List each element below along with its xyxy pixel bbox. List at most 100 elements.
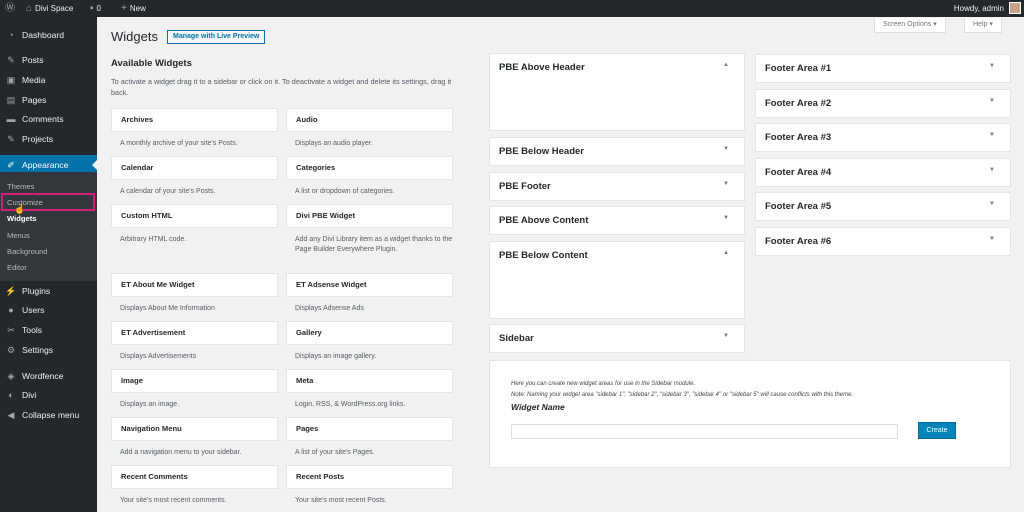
menu-item-posts[interactable]: ✎ Posts (0, 50, 97, 70)
menu-item-users[interactable]: ● Users (0, 300, 97, 320)
comment-icon: ▬ (6, 114, 16, 124)
chevron-down-icon[interactable]: ▼ (723, 333, 729, 339)
howdy-link[interactable]: Howdy, admin (954, 0, 1004, 17)
menu-item-dashboard[interactable]: ◔ Dashboard (0, 25, 97, 45)
widget-description: Your site's most recent Posts. (295, 497, 387, 504)
comments-link[interactable]: ▪ 0 (90, 0, 101, 17)
widget-name-label: Widget Name (511, 402, 565, 412)
widget-recent-posts[interactable]: Recent Posts (286, 465, 453, 489)
site-name-link[interactable]: ⌂ Divi Space (26, 0, 73, 17)
home-icon: ⌂ (26, 3, 33, 14)
widget-description: A list or dropdown of categories. (295, 188, 395, 195)
sidebar-area-footer-area-5[interactable]: Footer Area #5 ▼ (755, 192, 1011, 222)
sidebar-title: PBE Below Header (499, 146, 584, 157)
pointer-cursor-icon: ☝ (14, 204, 26, 214)
submenu-menus[interactable]: Menus (7, 229, 30, 243)
widget-description: Your site's most recent comments. (120, 497, 227, 504)
widget-et-about-me-widget[interactable]: ET About Me Widget (111, 273, 278, 297)
chevron-down-icon[interactable]: ▼ (989, 63, 995, 69)
chevron-down-icon[interactable]: ▼ (989, 167, 995, 173)
widget-recent-comments[interactable]: Recent Comments (111, 465, 278, 489)
widget-pages[interactable]: Pages (286, 417, 453, 441)
sidebar-area-sidebar[interactable]: Sidebar ▼ (489, 324, 745, 353)
help-button[interactable]: Help ▾ (964, 18, 1002, 33)
submenu-editor[interactable]: Editor (7, 261, 27, 275)
chevron-down-icon[interactable]: ▼ (723, 215, 729, 221)
chevron-up-icon[interactable]: ▲ (723, 62, 729, 68)
widget-archives[interactable]: Archives (111, 108, 278, 132)
pin-icon: ✎ (7, 133, 15, 144)
chevron-down-icon[interactable]: ▼ (723, 146, 729, 152)
chevron-up-icon[interactable]: ▲ (723, 250, 729, 256)
chevron-down-icon[interactable]: ▼ (989, 201, 995, 207)
sidebar-title: Sidebar (499, 333, 534, 344)
chevron-down-icon[interactable]: ▼ (723, 181, 729, 187)
pages-icon: ▤ (6, 94, 16, 105)
menu-label: Divi (22, 390, 37, 400)
widget-et-advertisement[interactable]: ET Advertisement (111, 321, 278, 345)
site-name: Divi Space (35, 4, 74, 13)
page-title: Widgets (111, 29, 158, 44)
widget-custom-html[interactable]: Custom HTML (111, 204, 278, 228)
widget-description: Login, RSS, & WordPress.org links. (295, 401, 406, 408)
users-icon: ● (8, 305, 14, 315)
widget-audio[interactable]: Audio (286, 108, 453, 132)
sidebar-area-footer-area-6[interactable]: Footer Area #6 ▼ (755, 227, 1011, 256)
menu-label: Collapse menu (22, 410, 80, 420)
widget-meta[interactable]: Meta (286, 369, 453, 393)
submenu-background[interactable]: Background (7, 245, 48, 259)
avatar[interactable] (1009, 2, 1021, 14)
widget-calendar[interactable]: Calendar (111, 156, 278, 180)
sidebar-area-footer-area-3[interactable]: Footer Area #3 ▼ (755, 123, 1011, 153)
sidebar-area-footer-area-2[interactable]: Footer Area #2 ▼ (755, 88, 1011, 118)
sidebar-title: Footer Area #5 (765, 201, 832, 213)
sidebar-title: Footer Area #2 (765, 97, 832, 109)
widget-categories[interactable]: Categories (286, 156, 453, 180)
manage-live-preview-button[interactable]: Manage with Live Preview (167, 30, 266, 44)
widget-navigation-menu[interactable]: Navigation Menu (111, 417, 278, 441)
sidebar-title: PBE Above Header (499, 62, 585, 73)
menu-item-projects[interactable]: ✎ Projects (0, 129, 97, 149)
sidebar-area-pbe-below-header[interactable]: PBE Below Header ▼ (489, 137, 745, 166)
menu-label: Appearance (22, 160, 69, 170)
chevron-down-icon[interactable]: ▼ (989, 98, 995, 104)
widget-name-input[interactable] (511, 424, 898, 439)
widget-description: Displays an audio player. (295, 140, 373, 147)
sidebar-title: Footer Area #6 (765, 236, 832, 247)
chevron-down-icon[interactable]: ▼ (989, 236, 995, 242)
widget-et-adsense-widget[interactable]: ET Adsense Widget (286, 273, 453, 297)
widget-gallery[interactable]: Gallery (286, 321, 453, 345)
new-label: New (129, 4, 146, 13)
widget-image[interactable]: Image (111, 369, 278, 393)
sidebar-area-footer-area-4[interactable]: Footer Area #4 ▼ (755, 157, 1011, 187)
sidebar-title: Footer Area #4 (765, 166, 832, 178)
admin-bar: Ⓦ ⌂ Divi Space ▪ 0 + New Howdy, admin (0, 0, 1024, 17)
menu-item-collapse[interactable]: ◀ Collapse menu (0, 405, 97, 425)
sidebar-area-pbe-below-content[interactable]: PBE Below Content ▲ (489, 241, 745, 319)
menu-item-media[interactable]: ▣ Media (0, 70, 97, 90)
new-link[interactable]: + New (121, 0, 146, 17)
create-widget-area-panel: Here you can create new widget areas for… (489, 360, 1011, 468)
menu-item-divi[interactable]: ◐ Divi (0, 385, 97, 405)
chevron-down-icon[interactable]: ▼ (989, 132, 995, 138)
sidebar-area-pbe-above-header[interactable]: PBE Above Header ▲ (489, 53, 745, 131)
submenu-themes[interactable]: Themes (7, 180, 34, 194)
sidebar-area-footer-area-1[interactable]: Footer Area #1 ▼ (755, 54, 1011, 83)
screen-options-button[interactable]: Screen Options ▾ (874, 18, 946, 33)
menu-item-wordfence[interactable]: ◈ Wordfence (0, 366, 97, 386)
create-button[interactable]: Create (918, 422, 956, 439)
widget-description: Arbitrary HTML code. (120, 236, 187, 243)
widget-divi-pbe-widget[interactable]: Divi PBE Widget (286, 204, 453, 228)
wordpress-icon[interactable]: Ⓦ (5, 0, 15, 17)
menu-item-pages[interactable]: ▤ Pages (0, 90, 97, 110)
menu-item-settings[interactable]: ⚙ Settings (0, 340, 97, 360)
widget-description: Displays an image gallery. (295, 353, 377, 360)
menu-label: Media (22, 75, 46, 85)
widget-description: Displays Advertisements (120, 353, 197, 360)
sidebar-area-pbe-footer[interactable]: PBE Footer ▼ (489, 172, 745, 201)
menu-item-tools[interactable]: ✂ Tools (0, 320, 97, 340)
sidebar-area-pbe-above-content[interactable]: PBE Above Content ▼ (489, 206, 745, 235)
menu-item-comments[interactable]: ▬ Comments (0, 109, 97, 129)
menu-item-plugins[interactable]: ⚡ Plugins (0, 281, 97, 301)
howdy-text: Howdy, admin (953, 4, 1004, 13)
